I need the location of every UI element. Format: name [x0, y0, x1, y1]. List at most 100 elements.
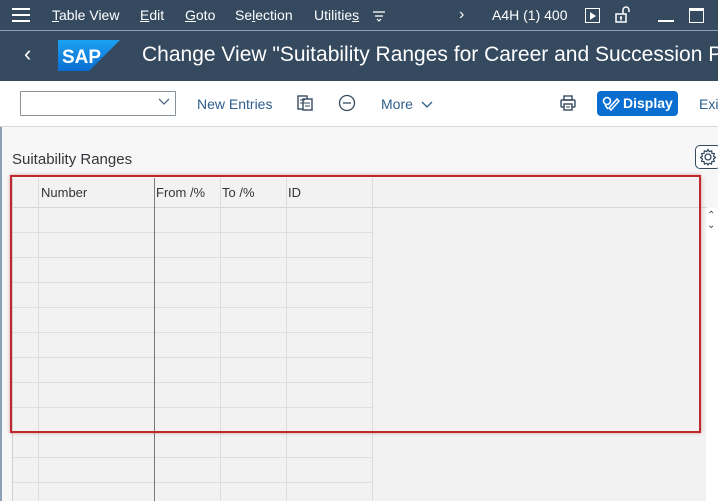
table-row[interactable] — [13, 308, 373, 333]
cell-to[interactable] — [220, 433, 286, 458]
cell-from[interactable] — [154, 408, 220, 433]
cell-to[interactable] — [220, 458, 286, 483]
chevron-right-icon[interactable]: › — [459, 6, 464, 24]
new-entries-button[interactable]: New Entries — [197, 96, 272, 112]
table-row[interactable] — [13, 383, 373, 408]
cell-number[interactable] — [39, 258, 154, 283]
cell-from[interactable] — [154, 333, 220, 358]
row-selector[interactable] — [13, 208, 39, 233]
row-selector[interactable] — [13, 333, 39, 358]
cell-from[interactable] — [154, 358, 220, 383]
row-selector[interactable] — [13, 383, 39, 408]
cell-from[interactable] — [154, 458, 220, 483]
cell-number[interactable] — [39, 383, 154, 408]
cell-to[interactable] — [220, 283, 286, 308]
row-selector[interactable] — [13, 358, 39, 383]
cell-from[interactable] — [154, 258, 220, 283]
table-row[interactable] — [13, 283, 373, 308]
cell-from[interactable] — [154, 433, 220, 458]
table-row[interactable] — [13, 483, 373, 501]
cell-from[interactable] — [154, 383, 220, 408]
column-header-from[interactable]: From /% — [154, 178, 220, 208]
cell-number[interactable] — [39, 283, 154, 308]
row-selector[interactable] — [13, 233, 39, 258]
lock-icon[interactable] — [614, 6, 632, 24]
menu-utilities[interactable]: Utilities — [314, 7, 359, 23]
table-row[interactable] — [13, 258, 373, 283]
cell-number[interactable] — [39, 308, 154, 333]
maximize-icon[interactable] — [689, 8, 704, 23]
cell-id[interactable] — [286, 483, 372, 501]
cell-number[interactable] — [39, 458, 154, 483]
cell-to[interactable] — [220, 358, 286, 383]
cell-id[interactable] — [286, 358, 372, 383]
cell-from[interactable] — [154, 308, 220, 333]
table-row[interactable] — [13, 458, 373, 483]
cell-id[interactable] — [286, 283, 372, 308]
cell-number[interactable] — [39, 433, 154, 458]
print-icon[interactable] — [559, 94, 577, 112]
table-row[interactable] — [13, 333, 373, 358]
cell-id[interactable] — [286, 258, 372, 283]
cell-from[interactable] — [154, 483, 220, 501]
cell-id[interactable] — [286, 433, 372, 458]
cell-number[interactable] — [39, 408, 154, 433]
cell-id[interactable] — [286, 408, 372, 433]
row-selector[interactable] — [13, 433, 39, 458]
cell-to[interactable] — [220, 483, 286, 501]
fixed-column-divider[interactable] — [154, 178, 155, 501]
cell-to[interactable] — [220, 208, 286, 233]
row-selector[interactable] — [13, 258, 39, 283]
row-selector[interactable] — [13, 483, 39, 501]
menu-selection[interactable]: Selection — [235, 7, 293, 23]
menu-table-view[interactable]: Table View — [52, 7, 119, 23]
menu-edit[interactable]: Edit — [140, 7, 164, 23]
table-row[interactable] — [13, 208, 373, 233]
table-settings-button[interactable] — [695, 145, 718, 169]
cell-to[interactable] — [220, 258, 286, 283]
cell-id[interactable] — [286, 458, 372, 483]
cell-from[interactable] — [154, 233, 220, 258]
table-row[interactable] — [13, 408, 373, 433]
cell-number[interactable] — [39, 333, 154, 358]
table-row[interactable] — [13, 358, 373, 383]
hamburger-icon[interactable] — [12, 8, 30, 23]
vertical-scrollbar[interactable] — [706, 208, 718, 501]
column-header-id[interactable]: ID — [286, 178, 372, 208]
cell-id[interactable] — [286, 383, 372, 408]
copy-icon[interactable] — [296, 94, 314, 112]
cell-number[interactable] — [39, 233, 154, 258]
row-selector[interactable] — [13, 283, 39, 308]
scroll-down-icon[interactable]: ⌄ — [707, 220, 715, 231]
cell-to[interactable] — [220, 308, 286, 333]
column-header-number[interactable]: Number — [39, 178, 154, 208]
minus-circle-icon[interactable] — [338, 94, 356, 112]
cell-to[interactable] — [220, 233, 286, 258]
command-field[interactable] — [20, 91, 176, 116]
cell-number[interactable] — [39, 483, 154, 501]
row-selector[interactable] — [13, 408, 39, 433]
column-header-select[interactable] — [13, 178, 39, 208]
cell-to[interactable] — [220, 383, 286, 408]
display-button[interactable]: Display — [597, 91, 678, 116]
cell-to[interactable] — [220, 333, 286, 358]
more-button[interactable]: More — [381, 96, 433, 112]
menu-goto[interactable]: Goto — [185, 7, 215, 23]
cell-id[interactable] — [286, 333, 372, 358]
table-row[interactable] — [13, 433, 373, 458]
row-selector[interactable] — [13, 458, 39, 483]
play-icon[interactable] — [585, 8, 600, 23]
table-row[interactable] — [13, 233, 373, 258]
minimize-icon[interactable] — [658, 20, 674, 22]
cell-id[interactable] — [286, 308, 372, 333]
cell-id[interactable] — [286, 233, 372, 258]
cell-number[interactable] — [39, 208, 154, 233]
more-menu-icon[interactable] — [372, 9, 386, 23]
cell-number[interactable] — [39, 358, 154, 383]
row-selector[interactable] — [13, 308, 39, 333]
cell-id[interactable] — [286, 208, 372, 233]
exit-button[interactable]: Exit — [699, 96, 718, 112]
cell-from[interactable] — [154, 283, 220, 308]
cell-from[interactable] — [154, 208, 220, 233]
column-header-to[interactable]: To /% — [220, 178, 286, 208]
